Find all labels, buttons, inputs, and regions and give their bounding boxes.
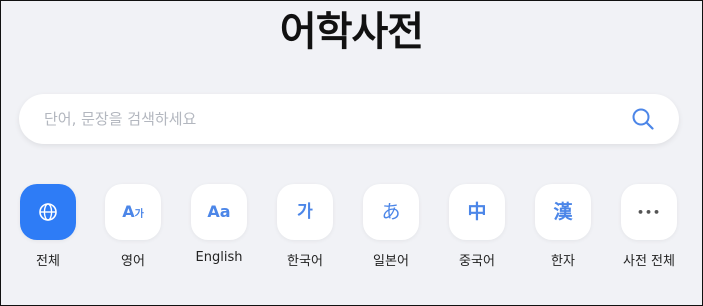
search-bar[interactable] xyxy=(19,93,679,145)
category-label: 영어 xyxy=(121,254,145,269)
category-japanese[interactable]: あ 일본어 xyxy=(351,184,431,269)
globe-icon xyxy=(39,203,57,221)
category-japanese-tile[interactable]: あ xyxy=(363,184,419,240)
category-label: 사전 전체 xyxy=(623,254,675,269)
category-chinese-tile[interactable]: 中 xyxy=(449,184,505,240)
category-label: 전체 xyxy=(36,254,60,269)
chinese-icon: 中 xyxy=(467,200,487,223)
category-english[interactable]: Aa English xyxy=(179,184,259,265)
english-korean-icon: A가 xyxy=(122,202,144,221)
category-all-tile[interactable] xyxy=(20,184,76,240)
hanja-icon: 漢 xyxy=(553,200,573,223)
category-korean[interactable]: 가 한국어 xyxy=(265,184,345,269)
category-all-dictionaries[interactable]: ••• 사전 전체 xyxy=(609,184,689,269)
english-icon: Aa xyxy=(207,202,231,221)
category-all-dictionaries-tile[interactable]: ••• xyxy=(621,184,677,240)
category-english-korean-tile[interactable]: A가 xyxy=(105,184,161,240)
category-english-tile[interactable]: Aa xyxy=(191,184,247,240)
category-hanja-tile[interactable]: 漢 xyxy=(535,184,591,240)
category-hanja[interactable]: 漢 한자 xyxy=(523,184,603,269)
category-label: 한국어 xyxy=(287,254,323,269)
page-title: 어학사전 xyxy=(279,9,424,55)
category-chinese[interactable]: 中 중국어 xyxy=(437,184,517,269)
japanese-icon: あ xyxy=(381,200,401,223)
search-icon xyxy=(632,108,654,130)
more-icon: ••• xyxy=(636,205,662,219)
search-input[interactable] xyxy=(42,93,623,145)
category-label: 한자 xyxy=(551,254,575,269)
category-english-korean[interactable]: A가 영어 xyxy=(93,184,173,269)
category-label: English xyxy=(195,250,243,265)
korean-icon: 가 xyxy=(297,201,313,222)
search-button[interactable] xyxy=(623,99,663,139)
category-label: 일본어 xyxy=(373,254,409,269)
category-label: 중국어 xyxy=(459,254,495,269)
category-all[interactable]: 전체 xyxy=(8,184,88,269)
category-korean-tile[interactable]: 가 xyxy=(277,184,333,240)
category-list: 전체 A가 영어 Aa English 가 한국어 あ 일본어 中 중국어 漢 … xyxy=(0,184,703,284)
